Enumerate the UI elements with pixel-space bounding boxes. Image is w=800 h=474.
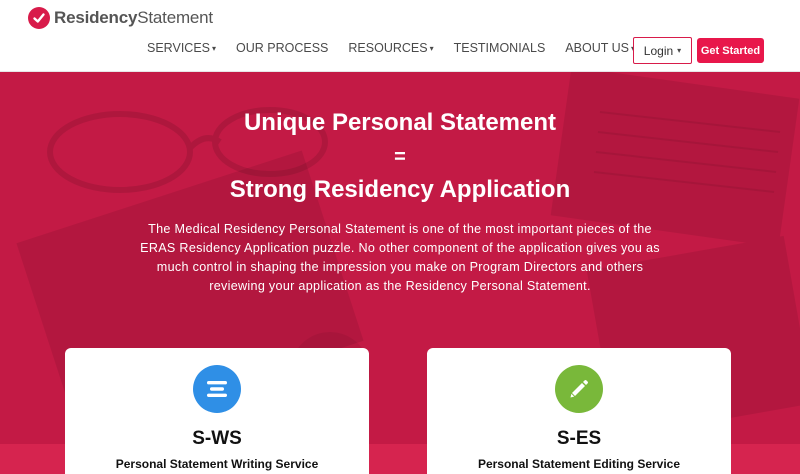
service-title: Personal Statement Writing Service <box>115 457 319 471</box>
service-code: S-WS <box>192 428 242 449</box>
get-started-button[interactable]: Get Started <box>697 38 764 63</box>
service-title: Personal Statement Editing Service <box>477 457 681 471</box>
login-button[interactable]: Login ▾ <box>633 37 692 64</box>
pencil-icon <box>555 365 603 413</box>
hero-paragraph: The Medical Residency Personal Statement… <box>140 222 660 293</box>
nav-resources[interactable]: RESOURCES ▾ <box>348 41 433 55</box>
login-button-label: Login <box>643 43 674 58</box>
nav-services-label: SERVICES <box>147 41 210 55</box>
hero-equals-sign: = <box>394 146 406 168</box>
nav-about-us[interactable]: ABOUT US▾ <box>565 41 635 55</box>
service-card-writing[interactable]: S-WS Personal Statement Writing Service <box>65 348 369 474</box>
nav-resources-label: RESOURCES <box>348 41 428 55</box>
logo[interactable]: ResidencyStatement <box>28 6 213 30</box>
nav-services[interactable]: SERVICES ▾ <box>147 41 216 55</box>
logo-text: ResidencyStatement <box>54 8 213 28</box>
text-lines-icon <box>193 365 241 413</box>
caret-down-icon: ▾ <box>212 43 217 53</box>
caret-down-icon: ▾ <box>429 43 434 53</box>
service-card-editing[interactable]: S-ES Personal Statement Editing Service <box>427 348 731 474</box>
nav-testimonials[interactable]: TESTIMONIALS <box>454 41 546 55</box>
hero-section: Unique Personal Statement = Strong Resid… <box>0 72 800 474</box>
checkmark-icon <box>28 7 50 29</box>
site-header: ResidencyStatement SERVICES ▾ OUR PROCESS… <box>0 0 800 72</box>
nav-about-us-label: ABOUT US <box>565 41 629 55</box>
logo-text-light: Statement <box>137 8 213 27</box>
hero-title-line2: Strong Residency Application <box>229 176 571 203</box>
hero-title-line1: Unique Personal Statement <box>243 109 557 136</box>
nav-our-process[interactable]: OUR PROCESS <box>236 41 328 55</box>
logo-text-bold: Residency <box>54 8 138 27</box>
main-nav: SERVICES ▾ OUR PROCESS RESOURCES ▾ TESTIMO… <box>147 41 655 55</box>
nav-our-process-label: OUR PROCESS <box>236 41 329 55</box>
nav-testimonials-label: TESTIMONIALS <box>453 41 546 55</box>
caret-down-icon: ▾ <box>677 46 682 55</box>
service-code: S-ES <box>556 428 602 449</box>
